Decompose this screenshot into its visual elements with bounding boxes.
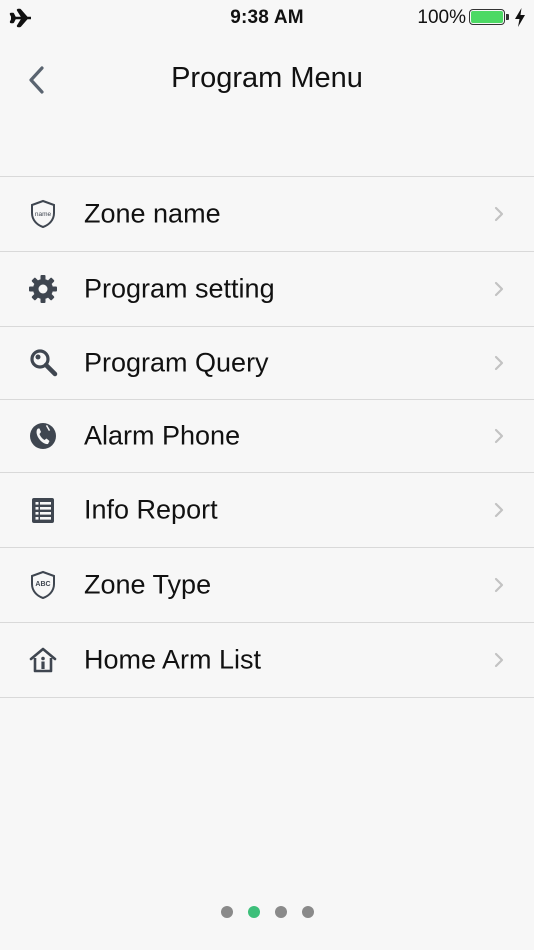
menu-item-home-arm-list[interactable]: Home Arm List [0,623,534,698]
menu-item-label: Program setting [84,273,275,304]
page-dot[interactable] [301,906,314,918]
menu-item-label: Home Arm List [84,644,262,675]
menu-item-zone-type[interactable]: ABC Zone Type [0,548,534,623]
phone-circle-icon [30,423,56,449]
menu-item-label: Zone Type [84,569,212,600]
menu-item-label: Alarm Phone [84,420,241,451]
gear-icon [29,275,57,303]
page-indicator [0,906,534,920]
page-dot[interactable] [274,906,287,918]
battery-fill [471,11,503,23]
battery-icon [469,9,505,25]
list-document-icon [32,498,54,523]
chevron-right-icon [494,206,504,222]
menu-item-zone-name[interactable]: name Zone name [0,177,534,252]
menu-item-alarm-phone[interactable]: Alarm Phone [0,400,534,473]
shield-abc-icon: ABC [31,570,55,600]
page-dot[interactable] [220,906,233,918]
shield-abc-text: ABC [35,581,50,588]
lightning-icon [515,8,525,27]
battery-tip [506,14,509,20]
chevron-right-icon [494,502,504,518]
chevron-right-icon [494,428,504,444]
chevron-right-icon [494,577,504,593]
shield-name-text: name [35,211,52,218]
search-icon [30,349,58,377]
home-info-icon [29,647,57,673]
menu-item-label: Program Query [84,347,269,378]
page-dot[interactable] [247,906,260,918]
shield-name-icon: name [31,199,55,229]
chevron-right-icon [494,281,504,297]
status-bar: 9:38 AM 100% [0,0,534,38]
program-menu-list: name Zone name Program setting Program Q… [0,176,534,698]
battery-percent: 100% [417,7,466,28]
chevron-right-icon [494,652,504,668]
menu-item-info-report[interactable]: Info Report [0,473,534,548]
menu-item-program-setting[interactable]: Program setting [0,252,534,327]
menu-item-label: Zone name [84,198,221,229]
menu-item-label: Info Report [84,494,218,525]
menu-item-program-query[interactable]: Program Query [0,327,534,400]
page-title: Program Menu [171,62,363,94]
chevron-right-icon [494,355,504,371]
navigation-bar: Program Menu [0,38,534,122]
